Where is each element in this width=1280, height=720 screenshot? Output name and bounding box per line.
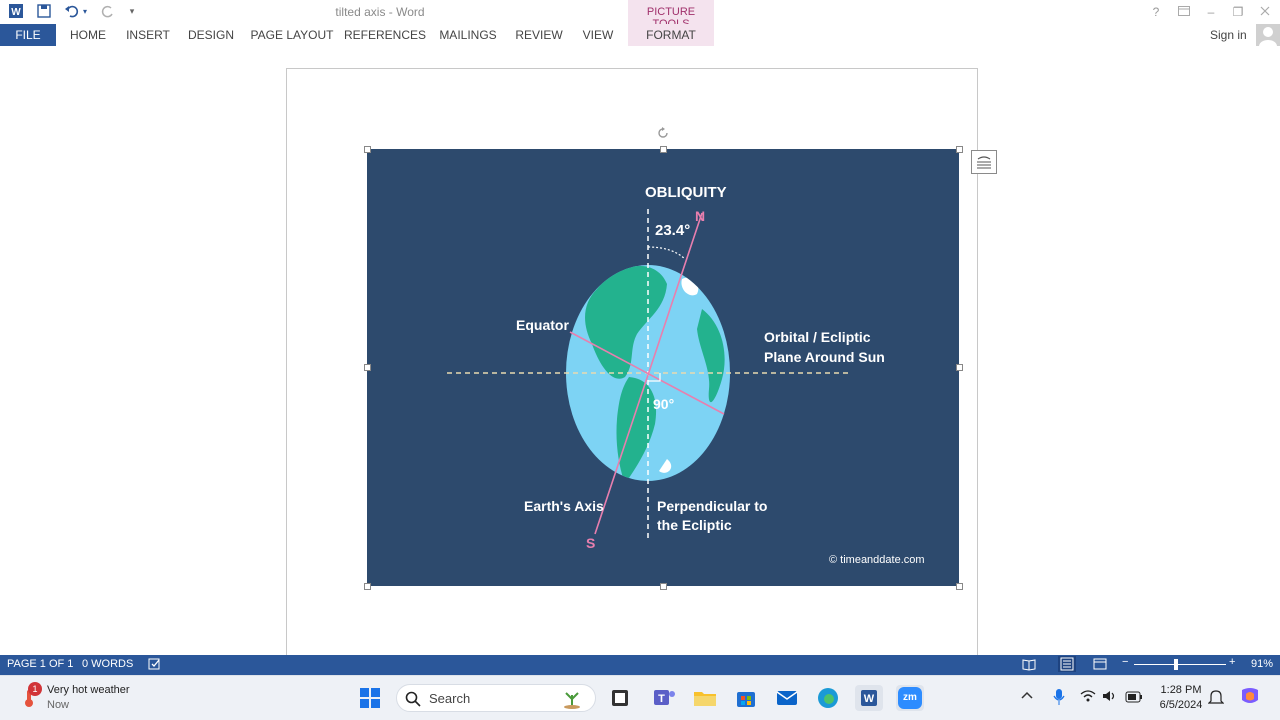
ribbon-display-options-icon[interactable] [1172,3,1196,21]
minimize-button[interactable]: – [1199,3,1223,21]
files-icon[interactable] [606,685,634,711]
wifi-icon[interactable] [1080,689,1096,708]
tab-file[interactable]: FILE [0,24,56,46]
zoom-slider[interactable] [1134,664,1226,665]
search-box[interactable]: Search [396,684,596,712]
restore-button[interactable]: ❐ [1226,3,1250,21]
orbital-plane-label-2: Plane Around Sun [764,349,885,365]
word-app-icon[interactable]: W [855,685,883,711]
tab-format[interactable]: FORMAT [628,24,714,46]
search-icon [405,691,421,712]
print-layout-icon[interactable] [1058,656,1076,672]
zoom-out-button[interactable]: − [1122,656,1128,668]
svg-text:W: W [864,693,875,705]
rotate-handle-icon[interactable] [656,126,670,140]
resize-handle-left[interactable] [364,364,371,371]
svg-text:T: T [658,693,665,705]
store-icon[interactable] [732,685,760,711]
close-button[interactable] [1253,3,1277,21]
south-label: S [586,535,596,551]
ribbon-tabs: FILE HOME INSERT DESIGN PAGE LAYOUT REFE… [0,24,1280,46]
tab-view[interactable]: VIEW [576,24,620,46]
figure-title: OBLIQUITY [645,184,727,201]
angle-label: 23.4° [655,222,691,239]
resize-handle-bottom-right[interactable] [956,583,963,590]
avatar[interactable] [1256,24,1280,46]
taskbar: 1 Very hot weather Now Search T W zm 1:2… [0,675,1280,720]
tab-insert[interactable]: INSERT [122,24,174,46]
clock-date[interactable]: 6/5/2024 [1150,699,1212,711]
weather-title[interactable]: Very hot weather [47,684,130,696]
copilot-icon[interactable] [1238,686,1262,713]
layout-options-icon[interactable] [971,150,997,174]
weather-badge: 1 [28,682,42,696]
equator-label: Equator [516,317,569,333]
volume-icon[interactable] [1102,689,1118,708]
zoom-level[interactable]: 91% [1251,658,1273,670]
search-placeholder: Search [429,691,471,706]
earth-axis-label: Earth's Axis [524,498,604,514]
mail-icon[interactable] [773,685,801,711]
tab-references[interactable]: REFERENCES [344,24,426,46]
resize-handle-top[interactable] [660,146,667,153]
resize-handle-top-right[interactable] [956,146,963,153]
orbital-plane-label-1: Orbital / Ecliptic [764,329,871,345]
resize-handle-right[interactable] [956,364,963,371]
show-hidden-icons[interactable] [1021,690,1033,703]
angle-arc [647,246,686,260]
battery-icon[interactable] [1125,690,1143,708]
north-label: N [695,208,706,224]
edge-icon[interactable] [814,685,842,711]
start-icon[interactable] [356,685,384,711]
clock-time[interactable]: 1:28 PM [1150,684,1212,696]
resize-handle-bottom[interactable] [660,583,667,590]
zoom-app-label: zm [898,687,922,709]
help-button[interactable]: ? [1144,3,1168,21]
perpendicular-label-1: Perpendicular to [657,498,768,514]
tab-mailings[interactable]: MAILINGS [434,24,502,46]
page-count[interactable]: PAGE 1 OF 1 [7,658,73,670]
web-layout-icon[interactable] [1093,657,1107,674]
word-count[interactable]: 0 WORDS [82,658,133,670]
tab-page-layout[interactable]: PAGE LAYOUT [248,24,336,46]
zoom-in-button[interactable]: + [1229,656,1235,668]
tab-home[interactable]: HOME [62,24,114,46]
status-bar: PAGE 1 OF 1 0 WORDS − + 91% [0,655,1280,675]
microphone-icon[interactable] [1052,688,1066,711]
zoom-slider-thumb[interactable] [1174,659,1178,670]
sign-in-link[interactable]: Sign in [1210,28,1247,42]
tab-review[interactable]: REVIEW [510,24,568,46]
selected-picture[interactable]: OBLIQUITY 23.4° N S Equator Orbital / Ec… [367,149,959,586]
resize-handle-bottom-left[interactable] [364,583,371,590]
perpendicular-label-2: the Ecliptic [657,517,732,533]
right-angle-label: 90° [653,396,675,412]
zoom-icon[interactable]: zm [896,685,924,711]
explorer-icon[interactable] [691,685,719,711]
credit-label: © timeanddate.com [829,554,925,566]
weather-time: Now [47,699,70,711]
read-mode-icon[interactable] [1022,657,1036,674]
notifications-icon[interactable] [1207,688,1225,711]
proofing-icon[interactable] [148,657,162,674]
resize-handle-top-left[interactable] [364,146,371,153]
search-highlight-icon [561,689,583,714]
tab-design[interactable]: DESIGN [182,24,240,46]
teams-icon[interactable]: T [650,685,678,711]
